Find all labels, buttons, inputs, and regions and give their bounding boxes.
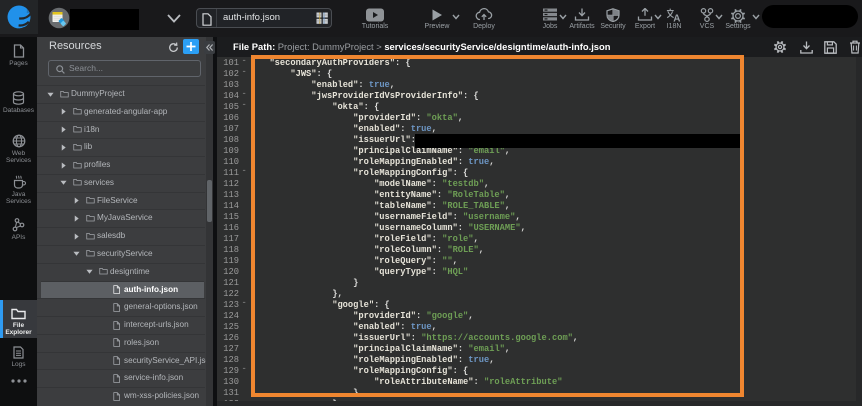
svg-text:A: A (673, 13, 680, 22)
